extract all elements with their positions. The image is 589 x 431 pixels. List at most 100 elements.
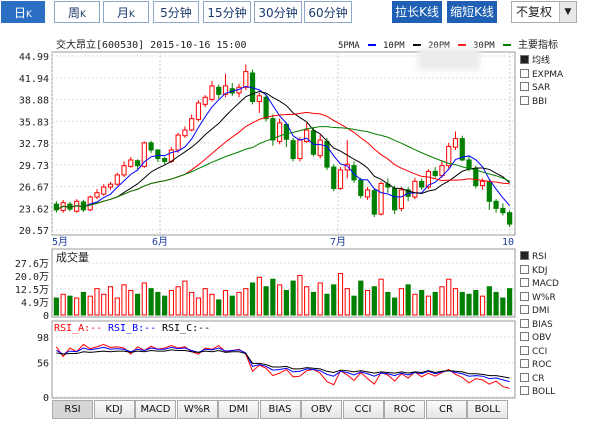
bottom-tab-kdj[interactable]: KDJ <box>93 400 135 419</box>
checkbox-icon[interactable] <box>520 291 529 301</box>
indicator-option-roc[interactable]: ROC <box>520 359 552 372</box>
checkbox-icon[interactable] <box>520 332 529 341</box>
indicator-option-cci[interactable]: CCI <box>520 345 547 359</box>
y-tick-label: 32.78 <box>19 139 49 150</box>
indicator-option-[interactable]: 均线 <box>520 55 550 68</box>
volume-bar <box>202 288 208 316</box>
volume-bar <box>80 291 87 316</box>
candle-body <box>195 102 202 120</box>
indicator-option-cr[interactable]: CR <box>520 372 545 386</box>
rsi-y-tick-label: 98 <box>37 333 49 344</box>
volume-bar <box>473 290 479 316</box>
indicator-option-expma[interactable]: EXPMA <box>520 68 563 82</box>
bottom-tab-obv[interactable]: OBV <box>301 400 342 419</box>
volume-bar <box>263 286 269 316</box>
volume-bar <box>378 278 384 316</box>
bottom-tab-roc[interactable]: ROC <box>384 400 425 419</box>
y-tick-label: 23.62 <box>19 204 49 215</box>
checkbox-icon[interactable] <box>520 264 529 274</box>
checkbox-icon[interactable] <box>520 251 529 260</box>
volume-bar <box>337 273 344 316</box>
candle-body <box>134 160 141 167</box>
indicator-option-label: BOLL <box>532 387 556 397</box>
volume-bar <box>128 290 134 316</box>
indicator-option-label: 均线 <box>532 56 551 66</box>
indicator-option-label: KDJ <box>532 265 548 276</box>
volume-bar <box>277 284 283 316</box>
volume-bar <box>67 295 73 316</box>
checkbox-icon[interactable] <box>520 386 529 395</box>
volume-bar <box>344 288 350 316</box>
candle-body <box>128 159 134 167</box>
indicator-option-wr[interactable]: W%R <box>520 291 556 305</box>
bottom-tab-dmi[interactable]: DMI <box>218 400 259 419</box>
bottom-tab-wr[interactable]: W%R <box>176 400 218 419</box>
ma-legend-label: 5PMA <box>338 41 360 51</box>
volume-bar <box>94 288 100 316</box>
indicator-option-macd[interactable]: MACD <box>520 278 559 291</box>
candle-body <box>500 207 506 214</box>
main-y-ticks: 44.99 41.94 38.88 35.83 32.78 29.73 26.67 23.62… <box>19 52 49 237</box>
volume-bar <box>216 299 222 316</box>
candle-body <box>155 149 161 160</box>
rsi-y-tick-label: 0 <box>43 393 49 404</box>
y-tick-label: 38.88 <box>19 96 49 107</box>
candle-body <box>507 212 513 225</box>
checkbox-icon[interactable] <box>520 345 529 355</box>
checkbox-icon[interactable] <box>520 372 529 382</box>
indicator-option-kdj[interactable]: KDJ <box>520 264 548 278</box>
checkbox-icon[interactable] <box>520 82 529 91</box>
ma-legend-label: 10PM <box>383 41 405 51</box>
indicator-option-bbi[interactable]: BBI <box>520 95 547 109</box>
bottom-tab-cr[interactable]: CR <box>425 400 467 419</box>
volume-bar <box>270 278 276 316</box>
y-tick-label: 26.67 <box>19 183 49 194</box>
candle-body <box>209 85 215 100</box>
indicator-option-sar[interactable]: SAR <box>520 82 550 95</box>
indicator-option-obv[interactable]: OBV <box>520 332 551 345</box>
candle-body <box>277 122 283 142</box>
volume-bar <box>229 295 235 316</box>
indicator-option-label: BIAS <box>532 319 553 330</box>
indicator-option-rsi[interactable]: RSI <box>520 251 547 264</box>
volume-bar <box>256 276 262 316</box>
volume-bar <box>331 284 337 316</box>
stock-chart: 44.99 41.94 38.88 35.83 32.78 29.73 26.67 23.62… <box>15 38 558 404</box>
indicator-option-boll[interactable]: BOLL <box>520 386 555 399</box>
volume-y-tick-label: 20.0万 <box>15 272 49 283</box>
checkbox-icon[interactable] <box>520 278 529 287</box>
checkbox-icon[interactable] <box>520 359 529 368</box>
volume-bar <box>175 286 181 316</box>
volume-bar <box>432 291 438 316</box>
bottom-tab-boll[interactable]: BOLL <box>467 400 508 419</box>
checkbox-icon[interactable] <box>520 95 529 105</box>
x-tick-label: 10 <box>502 237 514 248</box>
y-tick-label: 44.99 <box>19 52 49 63</box>
volume-bar <box>134 293 141 316</box>
candle-body <box>270 118 276 141</box>
indicator-option-dmi[interactable]: DMI <box>520 305 549 318</box>
candle-body <box>331 166 337 189</box>
checkbox-icon[interactable] <box>520 68 529 78</box>
volume-bar <box>351 295 357 316</box>
checkbox-icon[interactable] <box>520 305 529 314</box>
volume-bar <box>452 288 459 316</box>
volume-title: 成交量 <box>56 250 89 264</box>
bottom-tab-bias[interactable]: BIAS <box>259 400 301 419</box>
volume-bar <box>364 290 371 316</box>
candle-body <box>182 129 188 137</box>
checkbox-icon[interactable] <box>520 318 529 328</box>
volume-bar <box>283 290 289 316</box>
candle-body <box>392 187 398 211</box>
volume-bar <box>114 297 120 316</box>
indicator-option-bias[interactable]: BIAS <box>520 318 553 332</box>
bottom-tab-macd[interactable]: MACD <box>135 400 176 419</box>
candle-body <box>493 200 499 209</box>
bottom-tab-cci[interactable]: CCI <box>342 400 384 419</box>
candle-body <box>486 181 492 202</box>
checkbox-icon[interactable] <box>520 55 529 64</box>
volume-bar <box>459 291 465 316</box>
candle-body <box>466 159 472 170</box>
bottom-tab-rsi[interactable]: RSI <box>52 400 93 419</box>
x-tick-label: 5月 <box>52 236 68 248</box>
